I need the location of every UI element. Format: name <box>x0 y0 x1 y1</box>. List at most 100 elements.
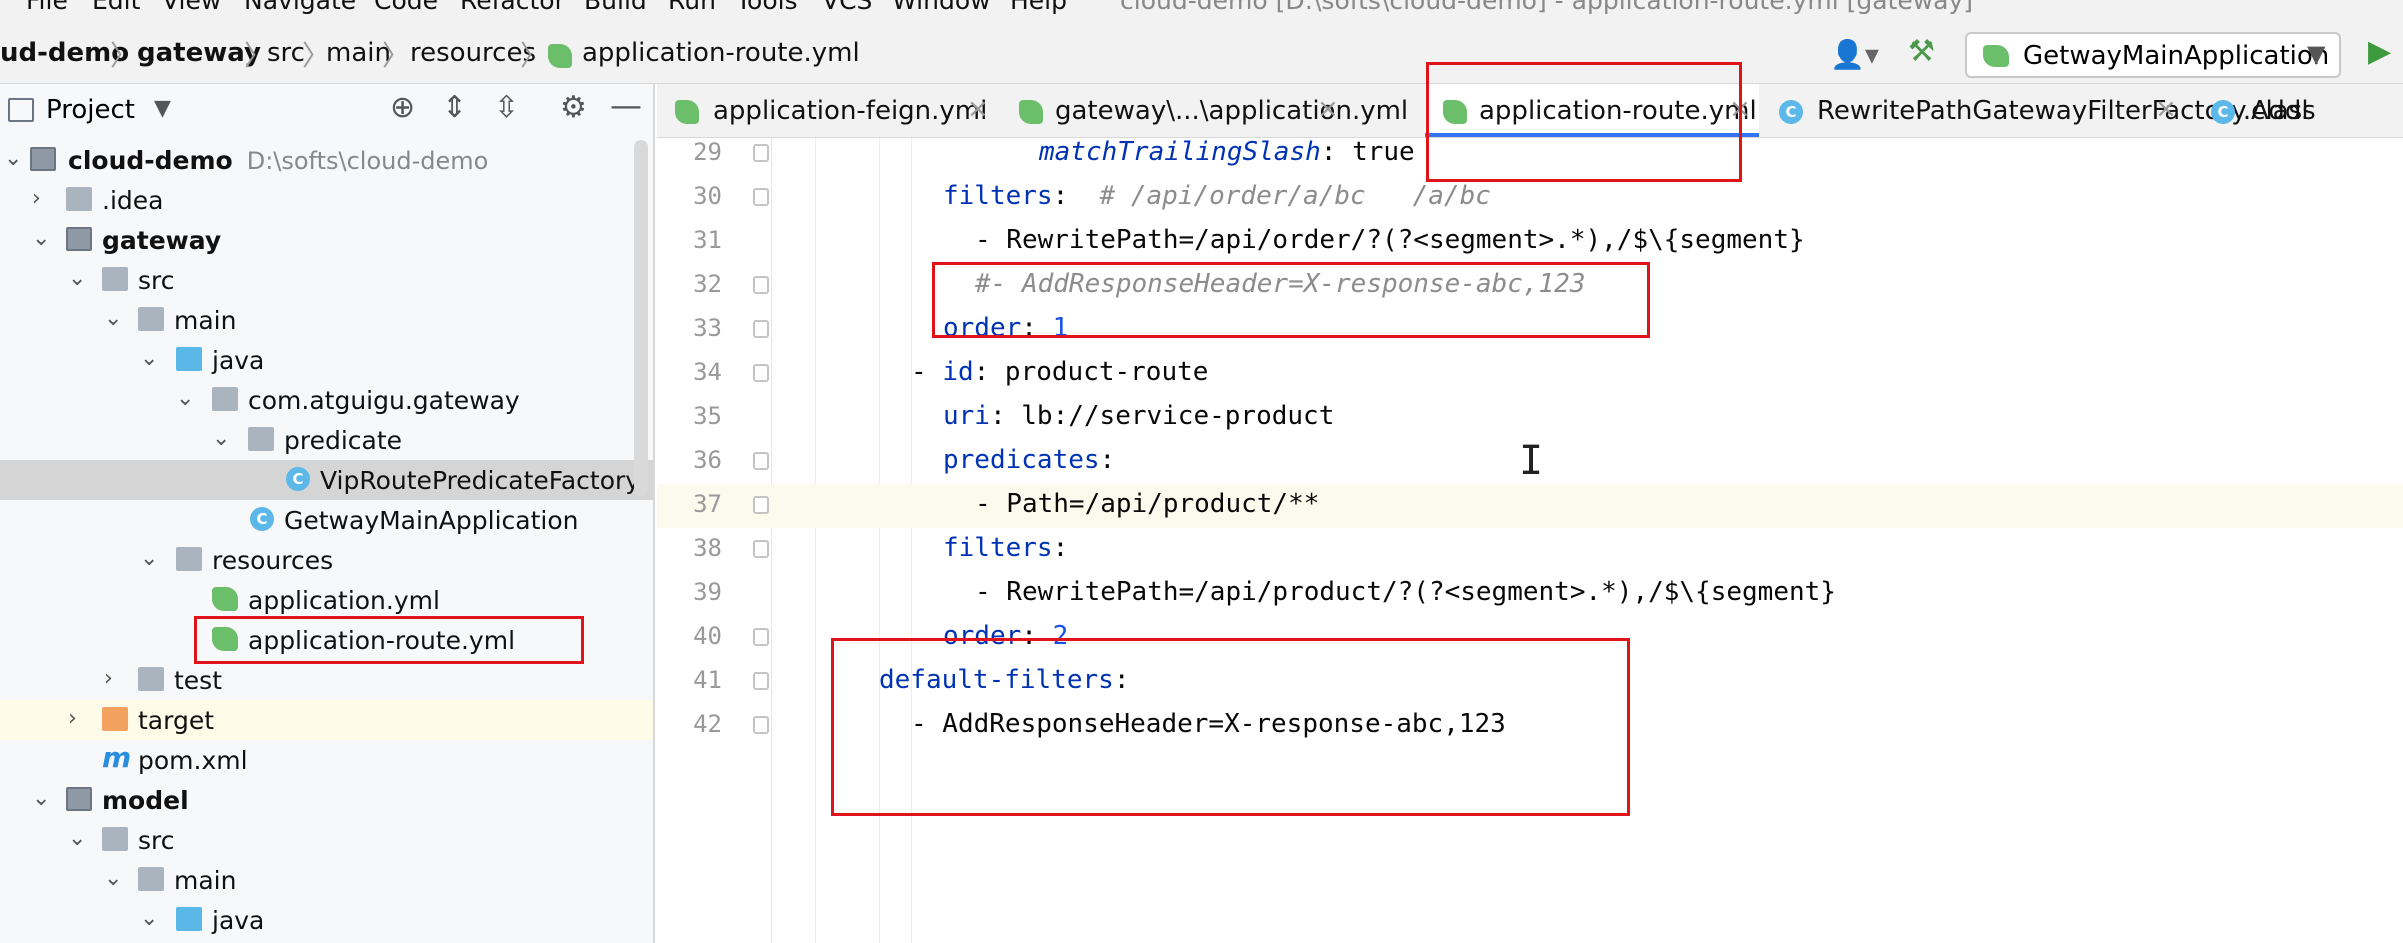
menu-build[interactable]: Build <box>584 0 647 15</box>
chevron-down-icon[interactable]: ⌄ <box>140 548 160 570</box>
editor-tabs: application-feign.yml × gateway\...\appl… <box>657 84 2403 138</box>
tree-item-label: com.atguigu.gateway <box>248 386 520 415</box>
tree-item-predicate[interactable]: ⌄ predicate <box>0 420 653 460</box>
close-icon[interactable]: × <box>967 94 989 124</box>
menu-run[interactable]: Run <box>668 0 716 15</box>
fold-marker[interactable] <box>753 188 769 206</box>
run-configuration-select[interactable]: GetwayMainApplication ▼ <box>1965 32 2341 78</box>
tab-application-route-yml[interactable]: application-route.yml × <box>1425 84 1759 137</box>
tab-gateway-application-yml[interactable]: gateway\...\application.yml × <box>1001 84 1408 137</box>
menu-navigate[interactable]: Navigate <box>244 0 356 15</box>
tab-application-feign-yml[interactable]: application-feign.yml × <box>657 84 997 137</box>
tree-item-application-route-yml[interactable]: application-route.yml <box>0 620 653 660</box>
breadcrumb-resources[interactable]: resources <box>410 38 536 68</box>
menu-refactor[interactable]: Refactor <box>460 0 565 15</box>
chevron-down-icon[interactable]: ⌄ <box>104 308 124 330</box>
line-number: 37 <box>693 490 722 518</box>
fold-marker[interactable] <box>753 364 769 382</box>
class-icon: C <box>1779 100 1803 124</box>
fold-marker[interactable] <box>753 320 769 338</box>
tab-addl[interactable]: C Addl <box>2177 84 2403 137</box>
menu-help[interactable]: Help <box>1010 0 1067 15</box>
chevron-down-icon[interactable]: ⌄ <box>176 388 196 410</box>
menu-window[interactable]: Window <box>892 0 991 15</box>
tree-item-java[interactable]: ⌄ java <box>0 900 653 940</box>
code-text: predicates: <box>943 445 1115 475</box>
menu-vcs[interactable]: VCS <box>822 0 872 15</box>
close-icon[interactable]: × <box>2155 94 2177 124</box>
fold-marker[interactable] <box>753 144 769 162</box>
tree-item-java[interactable]: ⌄ java <box>0 340 653 380</box>
menu-tools[interactable]: Tools <box>736 0 798 15</box>
tree-item-src[interactable]: ⌄ src <box>0 260 653 300</box>
project-title[interactable]: Project <box>46 95 135 125</box>
tree-item-getway-main-application[interactable]: C GetwayMainApplication <box>0 500 653 540</box>
chevron-down-icon[interactable]: ⌄ <box>68 268 88 290</box>
code-text: order: 1 <box>943 313 1068 343</box>
fold-marker[interactable] <box>753 496 769 514</box>
tree-item-src[interactable]: ⌄ src <box>0 820 653 860</box>
chevron-down-icon[interactable]: ⌄ <box>32 788 52 810</box>
yaml-file-icon <box>548 44 572 68</box>
fold-marker[interactable] <box>753 716 769 734</box>
line-number: 41 <box>693 666 722 694</box>
tree-item-model[interactable]: ⌄ model <box>0 780 653 820</box>
chevron-right-icon[interactable]: › <box>68 708 88 730</box>
chevron-down-icon[interactable]: ⌄ <box>32 228 52 250</box>
fold-marker[interactable] <box>753 452 769 470</box>
tab-rewrite-path-gateway-filter-factory[interactable]: C RewritePathGatewayFilterFactory.class … <box>1765 84 2316 137</box>
menu-view[interactable]: View <box>162 0 221 15</box>
code-line: 30 filters: # /api/order/a/bc /a/bc <box>657 176 2403 220</box>
yaml-key: uri <box>943 401 990 431</box>
chevron-down-icon[interactable]: ⌄ <box>68 828 88 850</box>
tree-item-test[interactable]: › test <box>0 660 653 700</box>
tree-item-package[interactable]: ⌄ com.atguigu.gateway <box>0 380 653 420</box>
fold-marker[interactable] <box>753 672 769 690</box>
tree-item-gateway[interactable]: ⌄ gateway <box>0 220 653 260</box>
close-icon[interactable]: × <box>1729 94 1751 124</box>
gear-icon[interactable]: ⚙ <box>560 90 587 125</box>
tree-scrollbar[interactable] <box>634 140 648 496</box>
locate-file-icon[interactable]: ⊕ <box>390 90 415 125</box>
tree-item-vip-route-predicate-factory[interactable]: C VipRoutePredicateFactory <box>0 460 653 500</box>
tree-item-path: D:\softs\cloud-demo <box>246 147 489 175</box>
tree-item-resources[interactable]: ⌄ resources <box>0 540 653 580</box>
chevron-down-icon[interactable]: ⌄ <box>140 908 160 930</box>
fold-marker[interactable] <box>753 540 769 558</box>
tree-item-pom-xml[interactable]: m pom.xml <box>0 740 653 780</box>
spring-boot-icon <box>1983 45 2009 67</box>
yaml-file-icon <box>212 587 238 611</box>
collapse-all-icon[interactable]: ⇳ <box>494 90 519 125</box>
code-editor[interactable]: 29 matchTrailingSlash: true 30 filters: … <box>657 138 2403 943</box>
chevron-down-icon[interactable]: ⌄ <box>212 428 232 450</box>
chevron-down-icon[interactable]: ⌄ <box>4 148 24 170</box>
chevron-down-icon[interactable]: ⌄ <box>140 348 160 370</box>
build-hammer-icon[interactable]: ⚒ <box>1908 34 1935 69</box>
menu-code[interactable]: Code <box>374 0 438 15</box>
tree-item-label: gateway <box>102 226 222 255</box>
chevron-right-icon[interactable]: › <box>104 668 124 690</box>
hide-panel-icon[interactable]: — <box>610 86 642 124</box>
code-line: 31 - RewritePath=/api/order/?(?<segment>… <box>657 220 2403 264</box>
tree-item-main[interactable]: ⌄ main <box>0 860 653 900</box>
menu-file[interactable]: File <box>26 0 68 15</box>
chevron-right-icon[interactable]: › <box>32 188 52 210</box>
run-icon[interactable]: ▶ <box>2368 34 2391 69</box>
tree-item-target[interactable]: › target <box>0 700 653 740</box>
close-icon[interactable]: × <box>1317 94 1339 124</box>
tree-item-idea[interactable]: › .idea <box>0 180 653 220</box>
expand-all-icon[interactable]: ⇕ <box>442 90 467 125</box>
breadcrumb-gateway[interactable]: gateway <box>137 38 261 68</box>
chevron-down-icon[interactable]: ▼ <box>154 96 171 121</box>
breadcrumb-src[interactable]: src <box>267 38 305 68</box>
fold-marker[interactable] <box>753 276 769 294</box>
tree-item-main[interactable]: ⌄ main <box>0 300 653 340</box>
chevron-down-icon[interactable]: ⌄ <box>104 868 124 890</box>
tree-item-application-yml[interactable]: application.yml <box>0 580 653 620</box>
breadcrumb-file[interactable]: application-route.yml <box>582 38 860 68</box>
menu-edit[interactable]: Edit <box>92 0 140 15</box>
code-line: 29 matchTrailingSlash: true <box>657 138 2403 176</box>
tree-item-cloud-demo[interactable]: ⌄ cloud-demo D:\softs\cloud-demo <box>0 140 653 180</box>
user-icon[interactable]: 👤▾ <box>1830 38 1879 71</box>
fold-marker[interactable] <box>753 628 769 646</box>
